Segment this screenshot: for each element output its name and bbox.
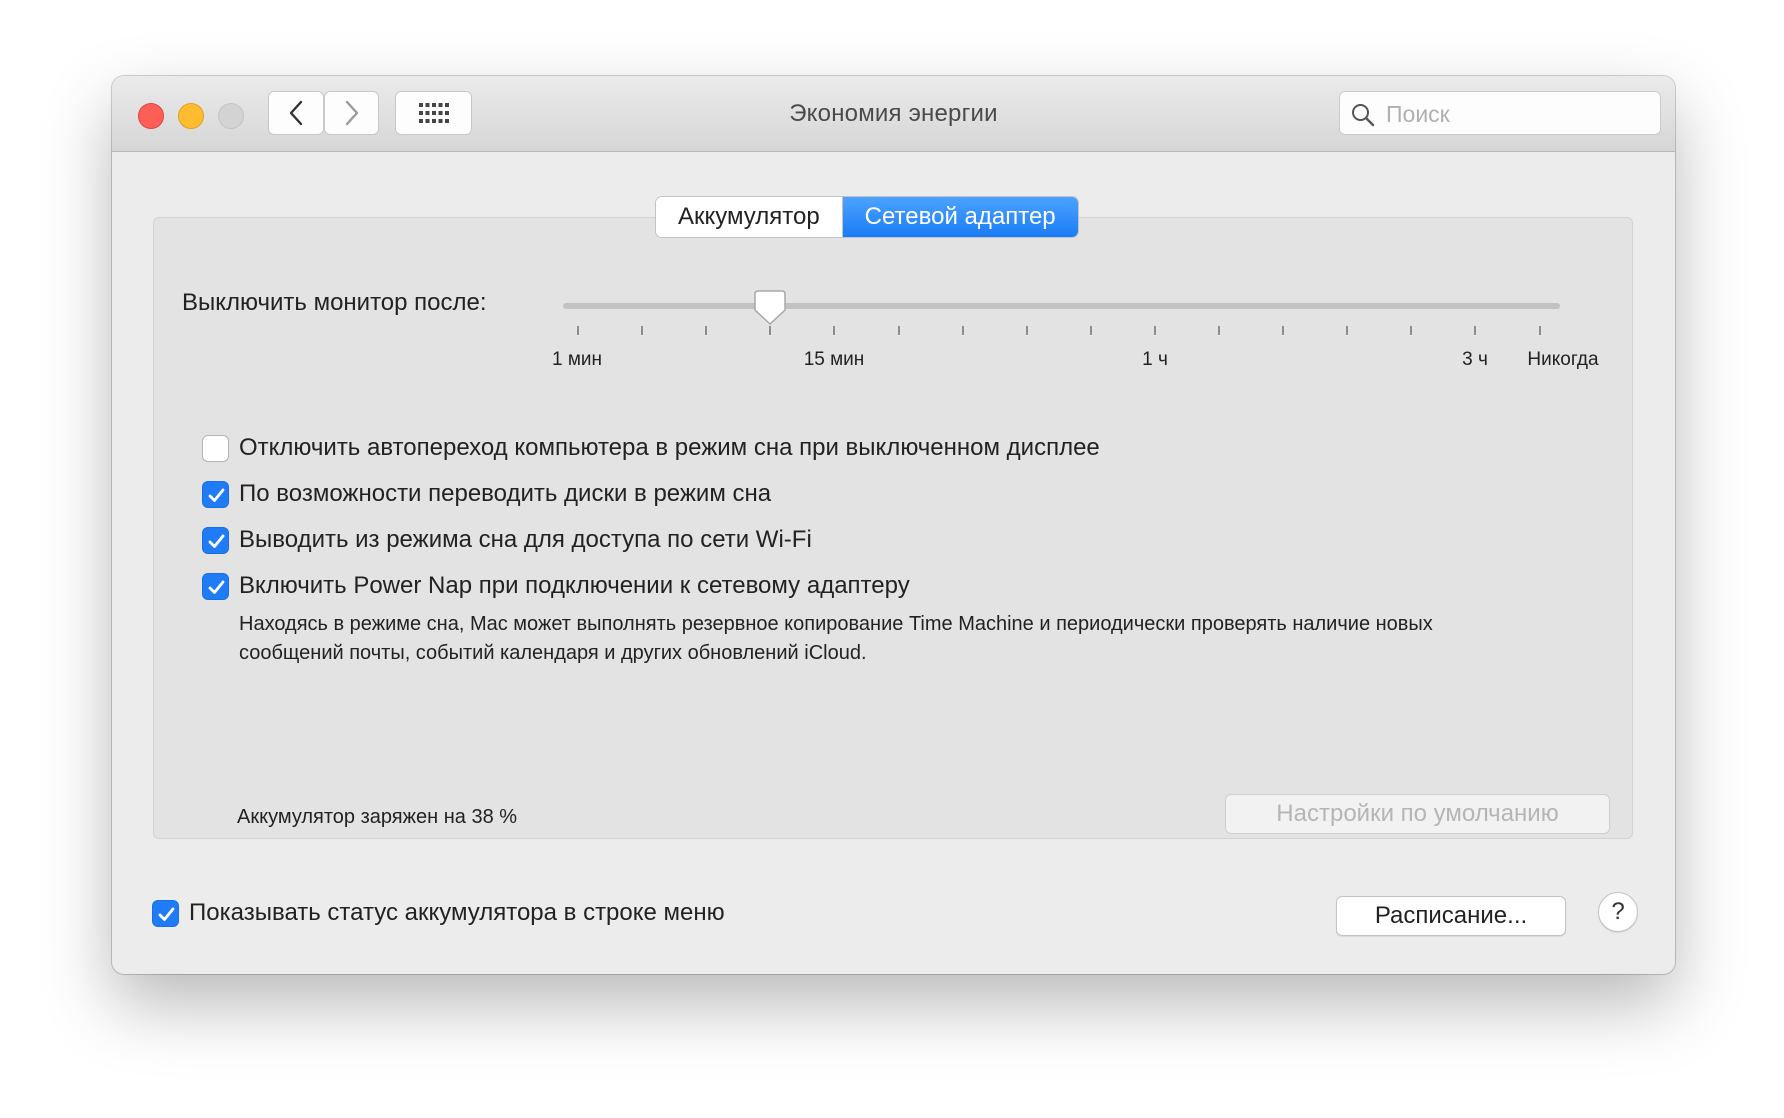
power-nap-label: Включить Power Nap при подключении к сет… bbox=[239, 572, 910, 599]
slider-tick bbox=[1410, 326, 1413, 335]
slider-tick bbox=[1218, 326, 1220, 335]
power-nap-description: Находясь в режиме сна, Mac может выполня… bbox=[239, 613, 1433, 664]
schedule-button[interactable]: Расписание... bbox=[1336, 896, 1566, 936]
slider-tick bbox=[1089, 326, 1092, 335]
title-bar: Экономия энергии bbox=[112, 76, 1675, 152]
wake-wifi-label: Выводить из режима сна для доступа по се… bbox=[239, 526, 812, 553]
show-status-checkbox[interactable] bbox=[152, 900, 179, 927]
prevent-sleep-label: Отключить автопереход компьютера в режим… bbox=[239, 434, 1100, 461]
display-sleep-label: Выключить монитор после: bbox=[182, 289, 487, 316]
slider-tick bbox=[769, 326, 772, 335]
wake-wifi-checkbox[interactable] bbox=[202, 527, 229, 554]
slider-tick bbox=[1153, 326, 1156, 335]
battery-status-text: Аккумулятор заряжен на 38 % bbox=[237, 806, 518, 828]
disk-sleep-checkbox[interactable] bbox=[202, 481, 229, 508]
prevent-sleep-checkbox[interactable] bbox=[202, 435, 229, 462]
tab-control: Аккумулятор Сетевой адаптер bbox=[656, 197, 1078, 237]
slider-tick bbox=[961, 326, 964, 335]
slider-tick bbox=[1282, 326, 1285, 335]
power-nap-checkbox[interactable] bbox=[202, 573, 229, 600]
slider-tick bbox=[1538, 326, 1541, 335]
checkmark-icon bbox=[208, 488, 225, 502]
show-status-label: Показывать статус аккумулятора в строке … bbox=[189, 899, 725, 926]
slider-thumb[interactable] bbox=[754, 290, 786, 326]
slider-tick bbox=[641, 326, 644, 335]
help-button[interactable]: ? bbox=[1598, 892, 1638, 932]
tick-label-15-min: 15 мин bbox=[803, 349, 865, 370]
tab-power-adapter[interactable]: Сетевой адаптер bbox=[841, 197, 1078, 237]
disk-sleep-label: По возможности переводить диски в режим … bbox=[239, 480, 772, 507]
tick-label-1-hour: 1 ч bbox=[1142, 349, 1168, 370]
checkmark-icon bbox=[158, 907, 175, 921]
restore-defaults-button[interactable]: Настройки по умолчанию bbox=[1225, 794, 1610, 834]
checkmark-icon bbox=[208, 534, 225, 548]
search-icon bbox=[1352, 104, 1375, 127]
display-sleep-slider[interactable] bbox=[563, 303, 1560, 309]
slider-tick bbox=[577, 326, 579, 335]
tick-label-never: Никогда bbox=[1527, 349, 1599, 370]
tab-battery[interactable]: Аккумулятор bbox=[656, 197, 842, 237]
search-input[interactable] bbox=[1384, 98, 1648, 130]
preferences-window: Экономия энергии Аккумулятор Сетевой ада… bbox=[112, 76, 1675, 974]
slider-tick bbox=[705, 326, 708, 335]
tick-label-1-min: 1 мин bbox=[551, 349, 603, 370]
slider-tick bbox=[833, 326, 836, 335]
slider-tick bbox=[1025, 326, 1028, 335]
tick-label-3-hours: 3 ч bbox=[1462, 349, 1488, 370]
checkmark-icon bbox=[208, 580, 225, 594]
slider-tick bbox=[1346, 326, 1349, 335]
slider-tick bbox=[897, 326, 900, 335]
search-field[interactable] bbox=[1339, 91, 1661, 135]
slider-tick bbox=[1474, 326, 1477, 335]
